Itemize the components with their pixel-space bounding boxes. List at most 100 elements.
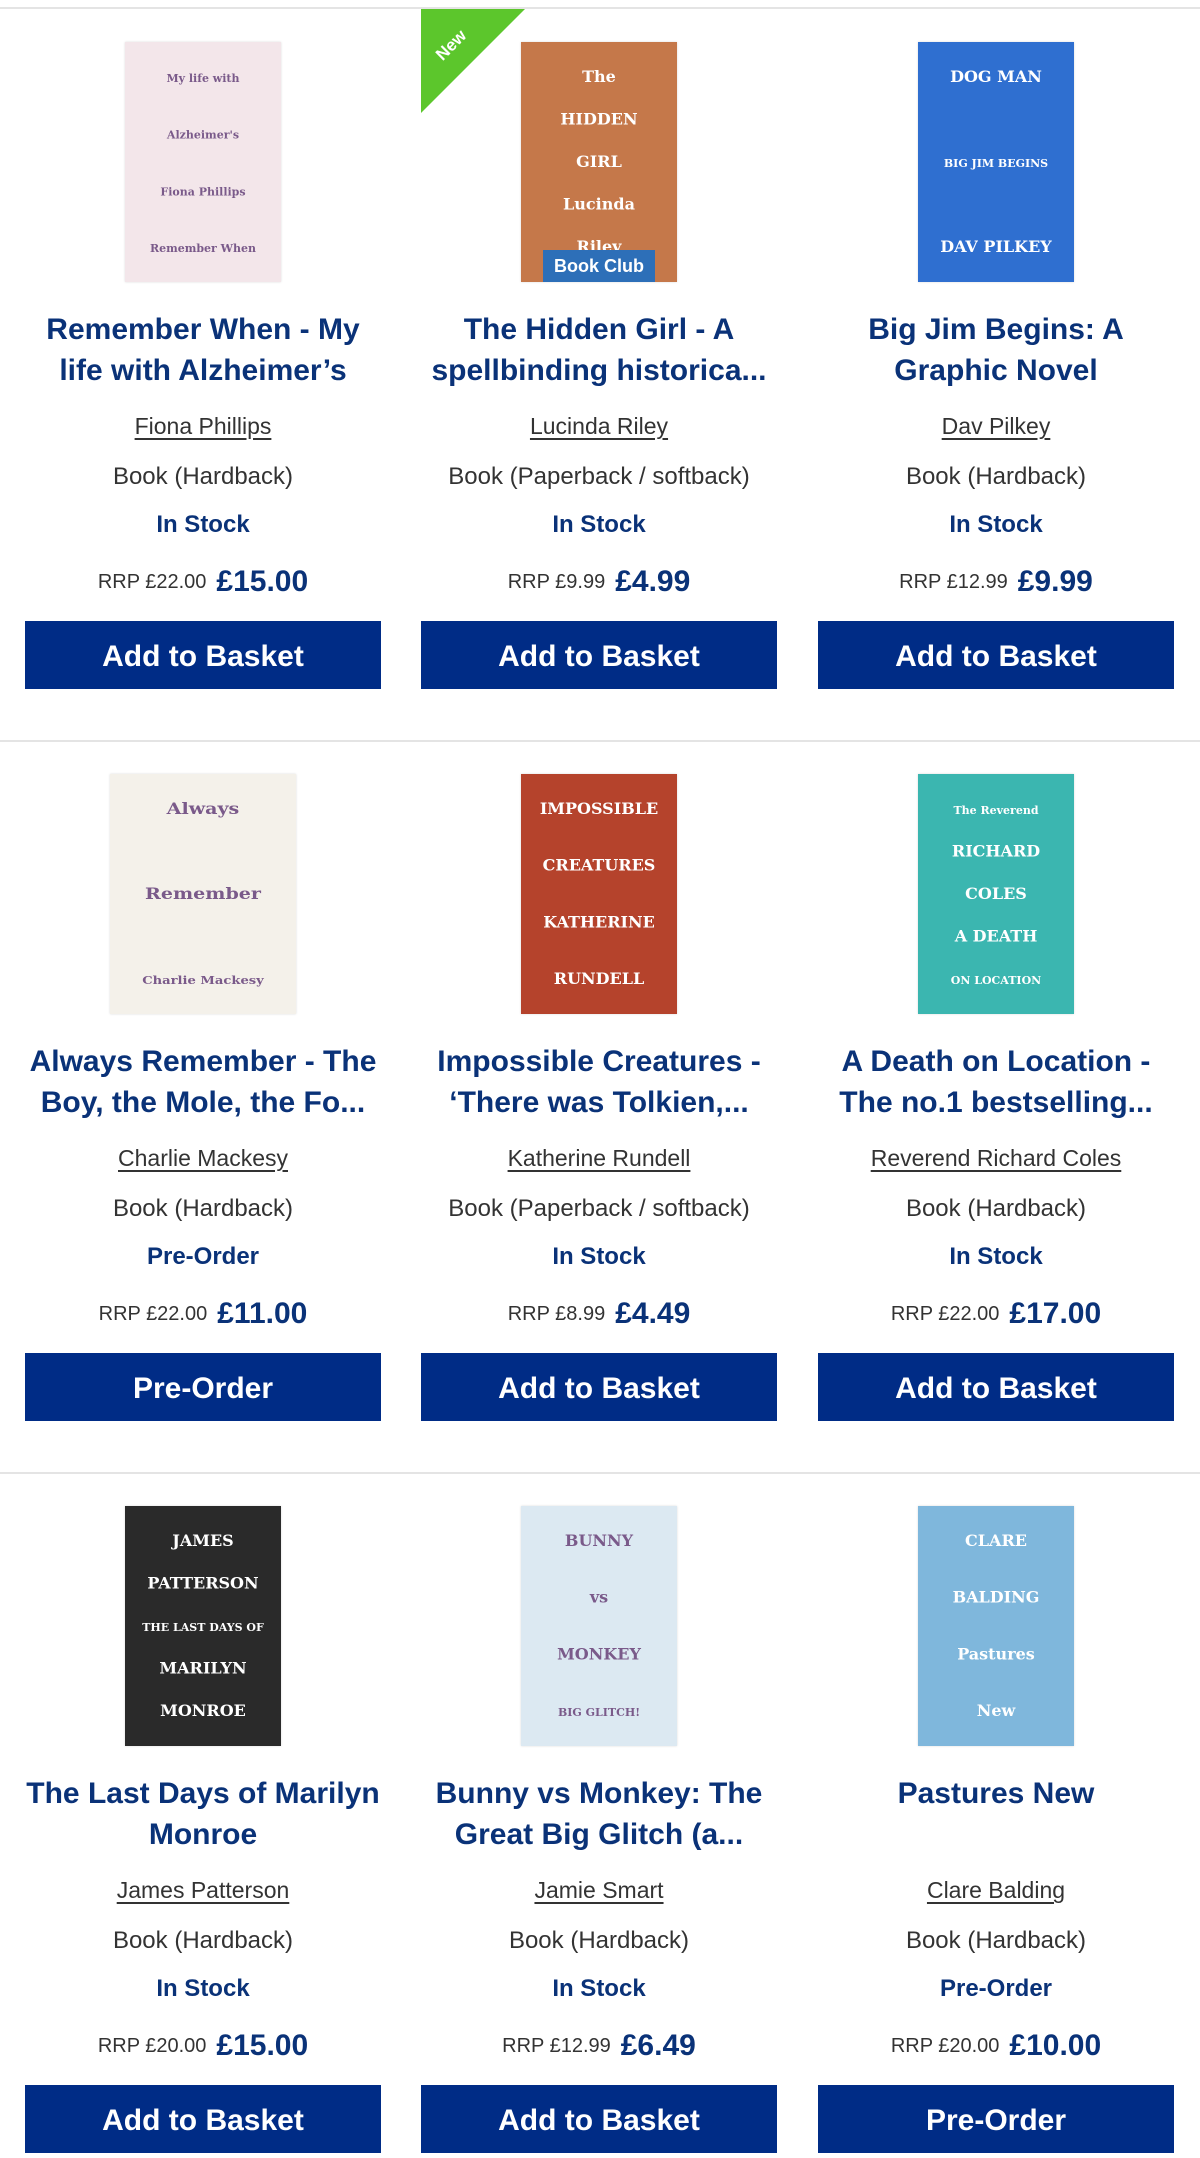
cover-text: Charlie Mackesy bbox=[142, 974, 265, 987]
author-link[interactable]: Clare Balding bbox=[818, 1877, 1174, 1904]
product-card: Always Remember Charlie Mackesy Always Rem… bbox=[25, 741, 381, 1421]
cover-text: MONKEY bbox=[557, 1644, 641, 1663]
book-cover-image[interactable]: My life with Alzheimer's Fiona Phillips Rem… bbox=[125, 42, 281, 282]
cover-text: MONROE bbox=[160, 1701, 246, 1720]
price-row: RRP £22.00 £15.00 bbox=[25, 565, 381, 599]
author-link[interactable]: Dav Pilkey bbox=[818, 413, 1174, 440]
sale-price: £4.99 bbox=[615, 565, 691, 598]
cover-text: GIRL bbox=[576, 152, 622, 171]
cover-text: New bbox=[977, 1701, 1017, 1720]
book-cover-image[interactable]: Always Remember Charlie Mackesy bbox=[110, 774, 296, 1014]
stock-status: Pre-Order bbox=[146, 1243, 260, 1270]
book-cover-image[interactable]: BUNNY vs MONKEY BIG GLITCH! bbox=[521, 1506, 677, 1746]
cover-text: RUNDELL bbox=[554, 969, 644, 988]
cover-area: DOG MAN BIG JIM BEGINS DAV PILKEY bbox=[818, 42, 1174, 284]
cover-art: Always Remember Charlie Mackesy bbox=[110, 774, 296, 1014]
author-link[interactable]: Lucinda Riley bbox=[421, 413, 777, 440]
cover-text: Remember When bbox=[150, 242, 256, 255]
cover-art: The Reverend RICHARD COLES A DEATH ON LOCATI… bbox=[918, 774, 1074, 1014]
book-cover-image[interactable]: CLARE BALDING Pastures New bbox=[918, 1506, 1074, 1746]
product-format: Book (Hardback) bbox=[508, 1927, 690, 1954]
cover-text: The Reverend bbox=[953, 804, 1038, 817]
stock-status: In Stock bbox=[156, 511, 250, 538]
cover-text: HIDDEN bbox=[560, 110, 637, 129]
cover-art: BUNNY vs MONKEY BIG GLITCH! bbox=[521, 1506, 677, 1746]
price-row: RRP £8.99 £4.49 bbox=[421, 1297, 777, 1331]
author-link[interactable]: Katherine Rundell bbox=[421, 1145, 777, 1172]
cover-art: CLARE BALDING Pastures New bbox=[918, 1506, 1074, 1746]
cover-text: CREATURES bbox=[543, 856, 656, 875]
author-link[interactable]: James Patterson bbox=[25, 1877, 381, 1904]
rrp-price: RRP £22.00 bbox=[890, 1302, 1000, 1325]
book-cover-image[interactable]: IMPOSSIBLE CREATURES KATHERINE RUNDELL bbox=[521, 774, 677, 1014]
cover-area: CLARE BALDING Pastures New bbox=[818, 1506, 1174, 1748]
rrp-price: RRP £9.99 bbox=[507, 570, 606, 593]
cover-text: Remember bbox=[145, 884, 262, 903]
author-link[interactable]: Fiona Phillips bbox=[25, 413, 381, 440]
product-title[interactable]: Pastures New bbox=[818, 1773, 1174, 1857]
cover-art: IMPOSSIBLE CREATURES KATHERINE RUNDELL bbox=[521, 774, 677, 1014]
author-link[interactable]: Charlie Mackesy bbox=[25, 1145, 381, 1172]
product-title[interactable]: Remember When - My life with Alzheimer’s bbox=[25, 309, 381, 393]
author-link[interactable]: Jamie Smart bbox=[421, 1877, 777, 1904]
basket-button[interactable]: Add to Basket bbox=[25, 621, 381, 689]
cover-area: My life with Alzheimer's Fiona Phillips Rem… bbox=[25, 42, 381, 284]
product-format: Book (Paperback / softback) bbox=[448, 1195, 750, 1222]
product-title[interactable]: Big Jim Begins: A Graphic Novel bbox=[818, 309, 1174, 393]
new-ribbon: New bbox=[421, 9, 525, 113]
rrp-price: RRP £12.99 bbox=[502, 2034, 611, 2057]
product-format: Book (Paperback / softback) bbox=[448, 463, 750, 490]
stock-status: In Stock bbox=[949, 511, 1043, 538]
product-title[interactable]: Bunny vs Monkey: The Great Big Glitch (a… bbox=[421, 1773, 777, 1857]
basket-button[interactable]: Pre-Order bbox=[818, 2085, 1174, 2153]
cover-text: DAV PILKEY bbox=[940, 237, 1052, 256]
cover-text: RICHARD bbox=[952, 842, 1040, 861]
basket-button[interactable]: Add to Basket bbox=[25, 2085, 381, 2153]
cover-art: DOG MAN BIG JIM BEGINS DAV PILKEY bbox=[918, 42, 1074, 282]
cover-text: IMPOSSIBLE bbox=[540, 799, 658, 818]
basket-button[interactable]: Pre-Order bbox=[25, 1353, 381, 1421]
basket-button[interactable]: Add to Basket bbox=[421, 621, 777, 689]
book-cover-image[interactable]: DOG MAN BIG JIM BEGINS DAV PILKEY bbox=[918, 42, 1074, 282]
book-cover-image[interactable]: JAMES PATTERSON THE LAST DAYS OF MARILYN MON… bbox=[125, 1506, 281, 1746]
cover-art: JAMES PATTERSON THE LAST DAYS OF MARILYN MON… bbox=[125, 1506, 281, 1746]
product-format: Book (Hardback) bbox=[112, 463, 294, 490]
cover-text: COLES bbox=[965, 884, 1027, 903]
product-title[interactable]: Impossible Creatures - ‘There was Tolkie… bbox=[421, 1041, 777, 1125]
book-cover-image[interactable]: The HIDDEN GIRL Lucinda Riley Book Club bbox=[521, 42, 677, 282]
basket-button[interactable]: Add to Basket bbox=[421, 1353, 777, 1421]
sale-price: £9.99 bbox=[1017, 565, 1093, 598]
author-link[interactable]: Reverend Richard Coles bbox=[818, 1145, 1174, 1172]
basket-button[interactable]: Add to Basket bbox=[421, 2085, 777, 2153]
sale-price: £10.00 bbox=[1009, 2029, 1102, 2062]
stock-status: In Stock bbox=[949, 1243, 1043, 1270]
cover-text: Lucinda bbox=[563, 195, 635, 214]
cover-text: The bbox=[582, 67, 616, 86]
product-title[interactable]: The Last Days of Marilyn Monroe bbox=[25, 1773, 381, 1857]
product-format: Book (Hardback) bbox=[112, 1927, 294, 1954]
product-format: Book (Hardback) bbox=[905, 463, 1087, 490]
cover-area: The Reverend RICHARD COLES A DEATH ON LOCATI… bbox=[818, 774, 1174, 1016]
product-title[interactable]: The Hidden Girl - A spellbinding histori… bbox=[421, 309, 777, 393]
cover-text: BALDING bbox=[953, 1588, 1040, 1607]
price-row: RRP £12.99 £9.99 bbox=[818, 565, 1174, 599]
product-title[interactable]: Always Remember - The Boy, the Mole, the… bbox=[25, 1041, 381, 1125]
cover-text: vs bbox=[589, 1588, 608, 1607]
product-card: The Reverend RICHARD COLES A DEATH ON LOCATI… bbox=[818, 741, 1174, 1421]
stock-status: In Stock bbox=[156, 1975, 250, 2002]
rrp-price: RRP £12.99 bbox=[899, 570, 1008, 593]
price-row: RRP £9.99 £4.99 bbox=[421, 565, 777, 599]
book-cover-image[interactable]: The Reverend RICHARD COLES A DEATH ON LOCATI… bbox=[918, 774, 1074, 1014]
price-row: RRP £22.00 £11.00 bbox=[25, 1297, 381, 1331]
stock-status: In Stock bbox=[552, 1975, 646, 2002]
product-title[interactable]: A Death on Location - The no.1 bestselli… bbox=[818, 1041, 1174, 1125]
cover-text: BIG JIM BEGINS bbox=[944, 157, 1048, 170]
rrp-price: RRP £22.00 bbox=[97, 570, 207, 593]
cover-text: DOG MAN bbox=[950, 67, 1042, 86]
product-card: BUNNY vs MONKEY BIG GLITCH! Bunny vs Monkey… bbox=[421, 1473, 777, 2153]
cover-text: MARILYN bbox=[159, 1659, 246, 1678]
product-grid: My life with Alzheimer's Fiona Phillips Rem… bbox=[0, 0, 1200, 2158]
basket-button[interactable]: Add to Basket bbox=[818, 621, 1174, 689]
basket-button[interactable]: Add to Basket bbox=[818, 1353, 1174, 1421]
cover-text: Alzheimer's bbox=[166, 129, 239, 142]
